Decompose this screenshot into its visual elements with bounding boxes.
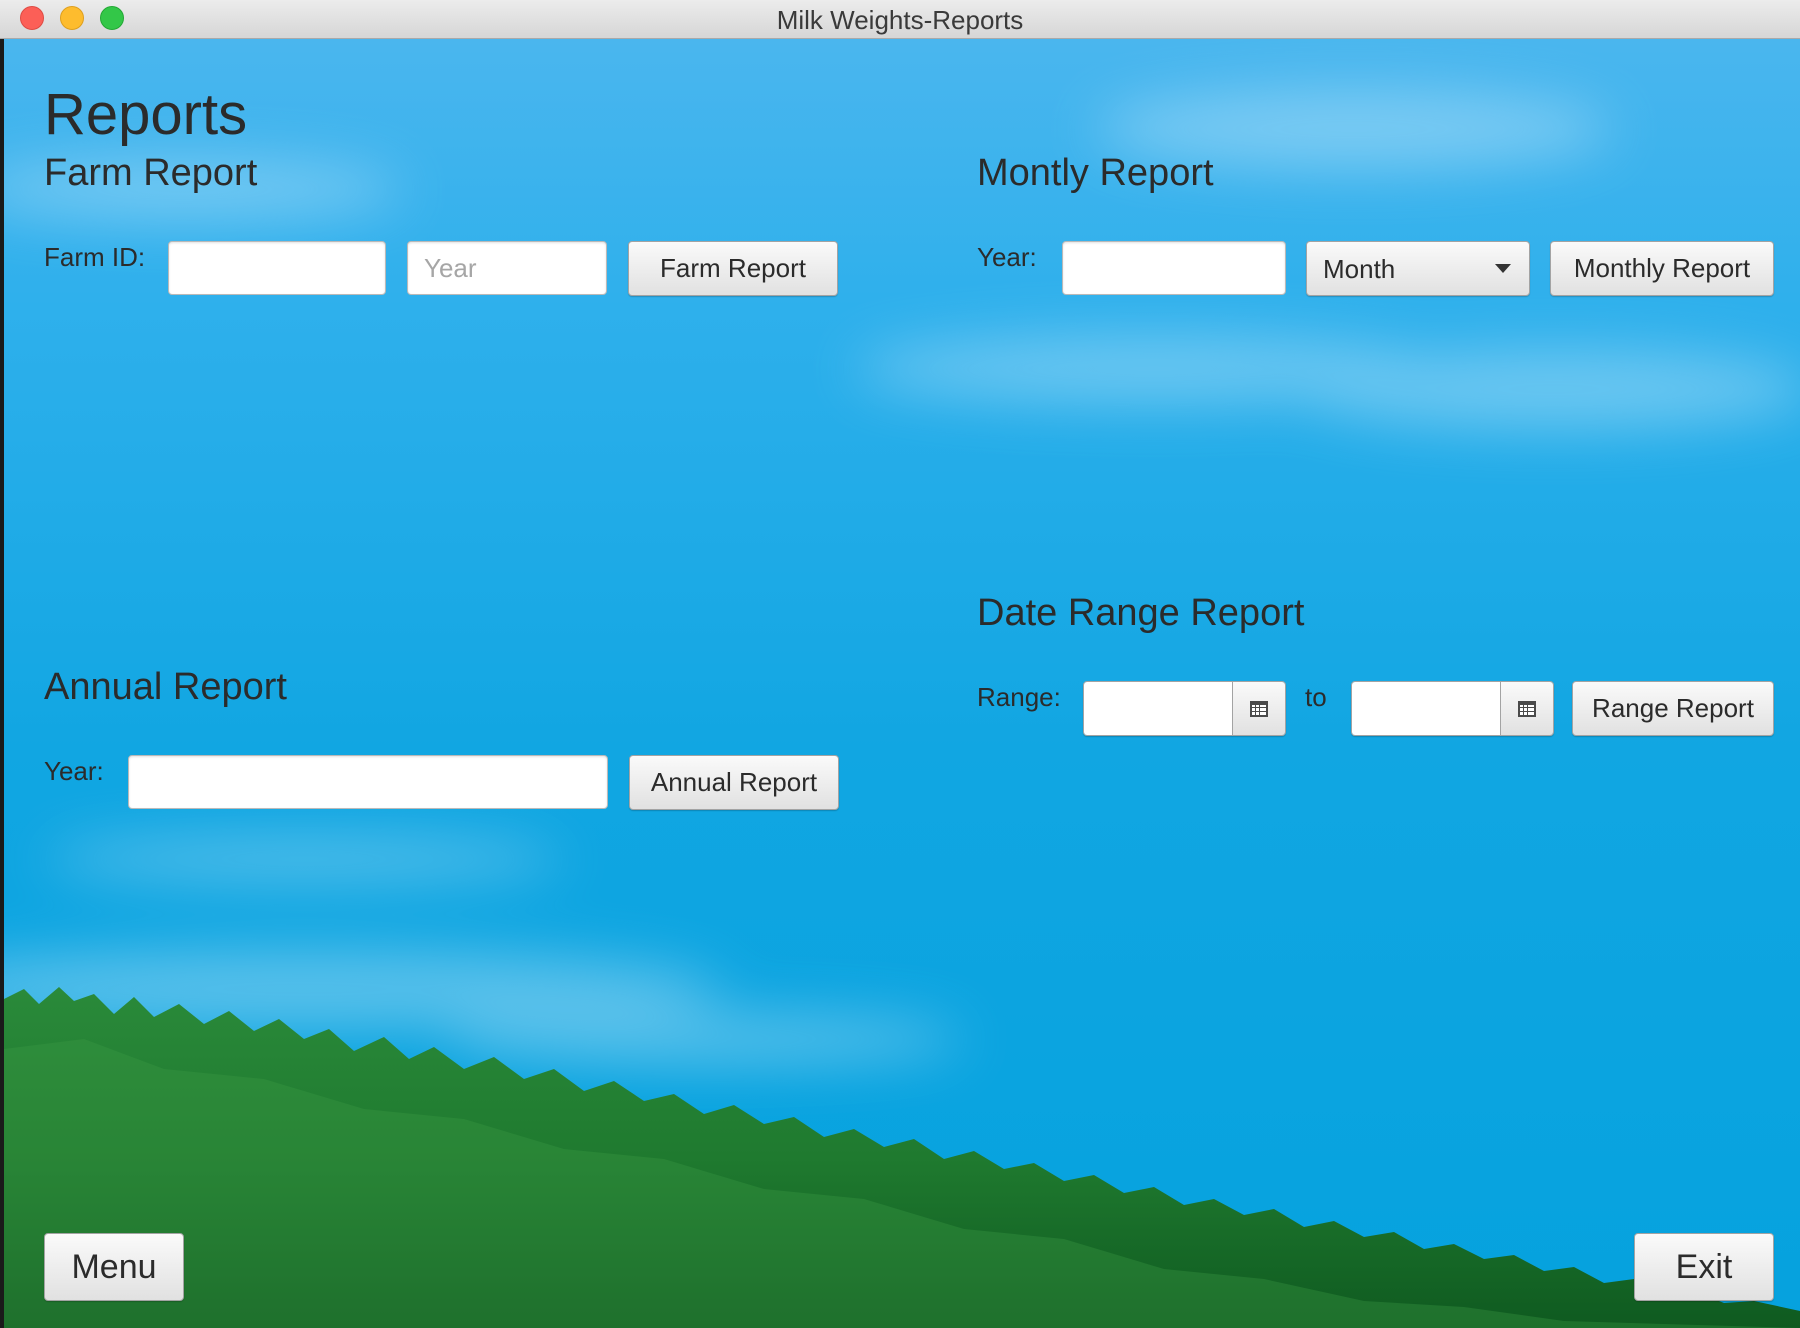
chevron-down-icon: [1495, 264, 1511, 273]
range-report-button[interactable]: Range Report: [1572, 681, 1774, 736]
monthly-year-label: Year:: [977, 242, 1037, 272]
annual-year-input[interactable]: [128, 755, 608, 809]
exit-button[interactable]: Exit: [1634, 1233, 1774, 1301]
monthly-report-heading: Montly Report: [977, 152, 1214, 194]
range-end-date-input[interactable]: [1352, 682, 1500, 735]
range-start-calendar-button[interactable]: [1232, 682, 1285, 735]
range-end-date-picker[interactable]: [1351, 681, 1554, 736]
annual-report-heading: Annual Report: [44, 666, 287, 708]
range-end-calendar-button[interactable]: [1500, 682, 1553, 735]
annual-year-label: Year:: [44, 756, 104, 786]
menu-button[interactable]: Menu: [44, 1233, 184, 1301]
farm-year-input[interactable]: [407, 241, 607, 295]
page-title: Reports: [44, 82, 248, 147]
range-start-date-picker[interactable]: [1083, 681, 1286, 736]
month-select[interactable]: Month: [1306, 241, 1530, 296]
date-range-report-heading: Date Range Report: [977, 592, 1305, 634]
farm-id-input[interactable]: [168, 241, 386, 295]
range-label: Range:: [977, 682, 1061, 712]
title-bar: Milk Weights-Reports: [0, 0, 1800, 39]
monthly-report-button[interactable]: Monthly Report: [1550, 241, 1774, 296]
monthly-year-input[interactable]: [1062, 241, 1286, 295]
range-to-label: to: [1305, 682, 1327, 712]
app-window: Milk Weights-Reports Reports Farm Report…: [0, 0, 1800, 1328]
calendar-icon: [1250, 700, 1268, 717]
farm-id-label: Farm ID:: [44, 242, 146, 272]
range-start-date-input[interactable]: [1084, 682, 1232, 735]
farm-report-heading: Farm Report: [44, 152, 258, 194]
annual-report-button[interactable]: Annual Report: [629, 755, 839, 810]
reports-pane: Reports Farm Report Farm ID: Farm Report…: [4, 39, 1800, 1328]
month-select-value: Month: [1323, 254, 1396, 284]
farm-report-button[interactable]: Farm Report: [628, 241, 838, 296]
window-title: Milk Weights-Reports: [776, 5, 1024, 35]
calendar-icon: [1518, 700, 1536, 717]
